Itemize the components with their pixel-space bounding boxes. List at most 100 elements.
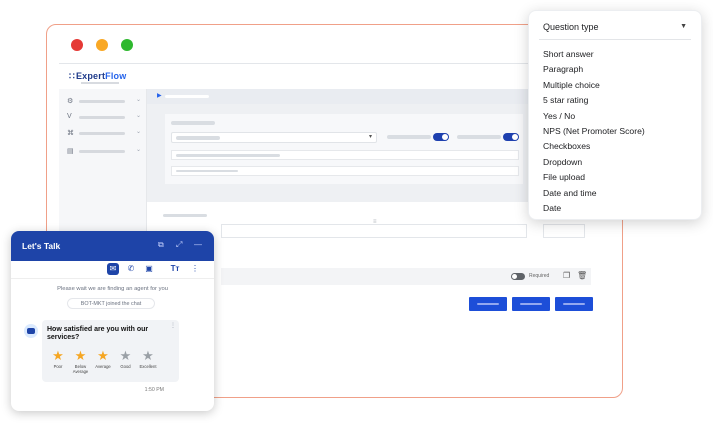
rating-option[interactable]: ★ Average <box>91 349 115 369</box>
trash-icon[interactable]: 🗑︎ <box>577 271 587 280</box>
rating-option[interactable]: ★ Good <box>114 349 138 369</box>
more-icon[interactable]: ⋮ <box>189 263 201 275</box>
question-type-dropdown[interactable]: Question type ▼ Short answer Paragraph M… <box>528 10 702 220</box>
sidebar-item[interactable]: ▤ ⌄ <box>67 147 141 157</box>
option-5-star-rating[interactable]: 5 star rating <box>543 93 645 108</box>
chat-toolbar: ✉ ✆ ▣ Tт ⋮ <box>11 261 214 279</box>
rating-label: Poor <box>53 364 63 369</box>
minimize-icon[interactable]: — <box>194 240 202 249</box>
rating-label: Good <box>120 364 131 369</box>
joined-notice: BOT-MKT joined the chat <box>67 298 155 309</box>
waiting-message: Please wait we are finding an agent for … <box>57 286 168 292</box>
popout-icon[interactable]: ⧉ <box>158 240 164 250</box>
question-type-header[interactable]: Question type <box>543 22 599 32</box>
text-size-icon[interactable]: Tт <box>169 263 181 275</box>
required-toggle[interactable] <box>511 273 525 280</box>
rating-label: Excellent <box>139 364 157 369</box>
star-icon[interactable]: ★ <box>91 349 115 362</box>
sidebar-item-label <box>79 150 125 153</box>
question-title-placeholder <box>163 214 207 217</box>
breadcrumb: ▶ <box>147 89 591 104</box>
play-icon: ▶ <box>157 93 162 99</box>
gear-icon: ⚙ <box>67 98 74 105</box>
logo-tagline <box>81 82 119 84</box>
field-placeholder <box>176 154 280 157</box>
select-value <box>176 136 220 140</box>
star-icon[interactable]: ★ <box>136 349 160 362</box>
phone-icon[interactable]: ✆ <box>125 263 137 275</box>
question-footer: Required ❐ 🗑︎ <box>221 268 591 285</box>
action-button[interactable] <box>469 297 507 311</box>
action-button[interactable] <box>555 297 593 311</box>
question-title-placeholder <box>171 121 215 125</box>
minimize-window-dot[interactable] <box>96 39 108 51</box>
expertflow-logo: ∷ExpertFlow <box>69 71 126 82</box>
caret-down-icon: ▾ <box>368 134 372 140</box>
option-file-upload[interactable]: File upload <box>543 170 645 185</box>
star-icon[interactable]: ★ <box>114 349 138 362</box>
rating-question: How satisfied are you with our services? <box>47 326 149 341</box>
answer-field[interactable] <box>543 224 585 238</box>
option-multiple-choice[interactable]: Multiple choice <box>543 78 645 93</box>
sidebar-item-label <box>79 132 125 135</box>
sidebar-item[interactable]: V ⌄ <box>67 113 141 123</box>
rating-label: Average <box>95 364 111 369</box>
answer-field[interactable] <box>221 224 527 238</box>
expand-icon[interactable]: ⤢ <box>176 240 182 250</box>
chat-title: Let's Talk <box>22 241 61 251</box>
option-checkboxes[interactable]: Checkboxes <box>543 139 645 154</box>
sidebar-item[interactable]: ⚙ ⌄ <box>67 97 141 107</box>
rating-label: Below Average <box>72 364 89 374</box>
chevron-down-icon: ⌄ <box>135 97 141 103</box>
option-date[interactable]: Date <box>543 201 645 216</box>
logo-text-expert: Expert <box>75 71 106 81</box>
toggle-label <box>457 135 501 139</box>
toggle-switch[interactable] <box>503 133 519 141</box>
message-timestamp: 1:50 PM <box>144 387 164 393</box>
breadcrumb-label <box>165 95 209 98</box>
chat-icon[interactable]: ✉ <box>107 263 119 275</box>
video-icon[interactable]: ▣ <box>143 263 155 275</box>
sidebar-item[interactable]: ⌘ ⌄ <box>67 129 141 139</box>
chevron-down-icon: ⌄ <box>135 129 141 135</box>
star-icon[interactable]: ★ <box>46 349 70 362</box>
toggle-switch[interactable] <box>433 133 449 141</box>
copy-icon[interactable]: ❐ <box>563 271 570 280</box>
v-icon: V <box>67 113 72 120</box>
grid-icon: ⌘ <box>67 130 74 137</box>
sidebar-item-label <box>79 100 125 103</box>
rating-message: ⋮ How satisfied are you with our service… <box>42 320 179 382</box>
chevron-down-icon: ⌄ <box>135 113 141 119</box>
bot-avatar <box>24 324 38 338</box>
question-card: ▾ <box>165 114 523 184</box>
action-button[interactable] <box>512 297 550 311</box>
question-type-options: Short answer Paragraph Multiple choice 5… <box>543 47 645 216</box>
logo-text-flow: Flow <box>105 71 127 81</box>
toggle-label <box>387 135 431 139</box>
chevron-down-icon: ⌄ <box>135 147 141 153</box>
rating-option[interactable]: ★ Poor <box>46 349 70 369</box>
rating-option[interactable]: ★ Excellent <box>136 349 160 369</box>
maximize-window-dot[interactable] <box>121 39 133 51</box>
option-nps[interactable]: NPS (Net Promoter Score) <box>543 124 645 139</box>
form-icon: ▤ <box>67 148 74 155</box>
more-icon[interactable]: ⋮ <box>170 322 176 329</box>
divider <box>539 39 691 40</box>
star-icon[interactable]: ★ <box>69 349 93 362</box>
chat-header: Let's Talk ⧉ ⤢ — <box>11 231 214 261</box>
option-paragraph[interactable]: Paragraph <box>543 62 645 77</box>
option-date-and-time[interactable]: Date and time <box>543 186 645 201</box>
option-short-answer[interactable]: Short answer <box>543 47 645 62</box>
close-window-dot[interactable] <box>71 39 83 51</box>
field-placeholder <box>176 170 238 172</box>
sidebar-item-label <box>79 116 125 119</box>
description-field[interactable] <box>171 166 519 176</box>
chat-widget: Let's Talk ⧉ ⤢ — ✉ ✆ ▣ Tт ⋮ Please wait … <box>11 231 214 411</box>
logo-grid-icon: ∷ <box>69 71 75 81</box>
question-text-field[interactable] <box>171 150 519 160</box>
option-yes-no[interactable]: Yes / No <box>543 109 645 124</box>
caret-down-icon[interactable]: ▼ <box>680 23 687 30</box>
option-dropdown[interactable]: Dropdown <box>543 155 645 170</box>
rating-option[interactable]: ★ Below Average <box>69 349 93 374</box>
question-type-select[interactable]: ▾ <box>171 132 377 143</box>
